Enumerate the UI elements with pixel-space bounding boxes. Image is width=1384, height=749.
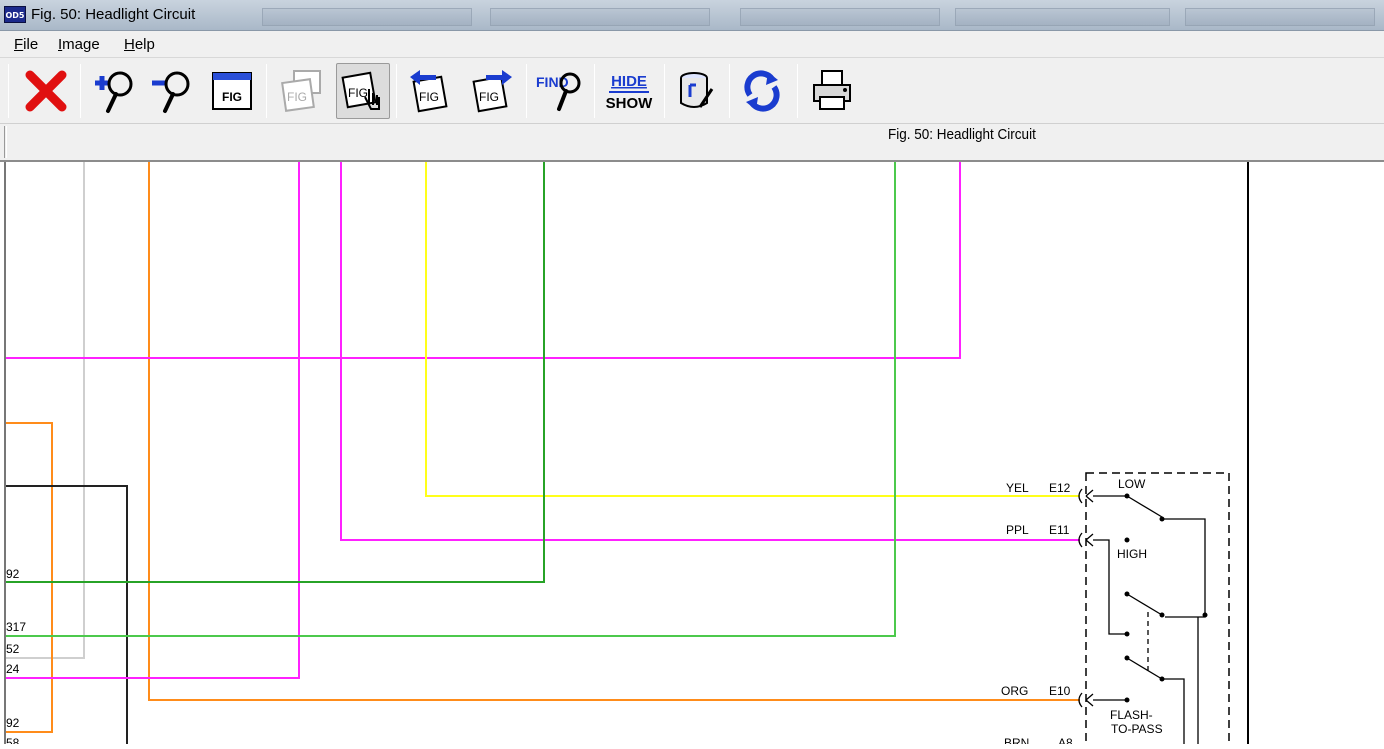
toolbar-separator <box>526 64 527 118</box>
zoom-in-icon <box>95 71 133 113</box>
figure-caption: Fig. 50: Headlight Circuit <box>888 126 1036 143</box>
toolbar-separator <box>729 64 730 118</box>
switch-label-low: LOW <box>1118 477 1146 491</box>
refresh-button[interactable] <box>735 63 789 119</box>
pin-label-e11: E11 <box>1049 523 1070 537</box>
wire-color-label-yel: YEL <box>1006 481 1029 495</box>
orange-wire-org <box>148 162 1080 701</box>
magenta-wire-left <box>6 162 300 679</box>
wiring-diagram: YEL E12 PPL E11 ORG E10 BRN A8 LOW HIGH … <box>4 162 1249 749</box>
toolbar-separator <box>797 64 798 118</box>
fit-window-icon: FIG <box>212 72 252 110</box>
switch-label-flash: FLASH- <box>1110 708 1153 722</box>
refresh-icon <box>744 70 780 112</box>
close-button[interactable] <box>19 63 73 119</box>
zoom-in-button[interactable] <box>88 63 142 119</box>
pin-label-a8: A8 <box>1058 736 1073 744</box>
title-bar: OD5 Fig. 50: Headlight Circuit <box>0 0 1384 31</box>
menu-help[interactable]: Help <box>124 36 155 53</box>
zoom-out-button[interactable] <box>145 63 199 119</box>
toolbar-separator <box>266 64 267 118</box>
zoom-out-icon <box>152 71 190 113</box>
paint-bucket-button[interactable] <box>669 63 723 119</box>
wire-color-label-ppl: PPL <box>1006 523 1029 537</box>
background-taskbar-tab[interactable] <box>1185 8 1375 26</box>
next-figure-button[interactable]: FIG <box>465 63 519 119</box>
toolbar-separator <box>396 64 397 118</box>
find-icon: FIND <box>536 72 581 111</box>
print-button[interactable] <box>805 63 859 119</box>
svg-text:FIG: FIG <box>479 90 499 104</box>
figure-list-button[interactable]: FIG <box>275 63 329 119</box>
next-figure-icon: FIG <box>472 70 512 113</box>
close-x-icon <box>25 70 67 112</box>
gray-wire <box>6 162 85 659</box>
printer-icon <box>813 70 851 110</box>
previous-figure-icon: FIG <box>410 70 448 113</box>
app-icon: OD5 <box>4 6 26 23</box>
menu-file[interactable]: File <box>14 36 38 53</box>
left-edge-label: 58 <box>6 736 20 744</box>
window-title: Fig. 50: Headlight Circuit <box>31 6 196 23</box>
left-edge-label: 92 <box>6 567 20 581</box>
left-edge-label: 52 <box>6 642 20 656</box>
previous-figure-button[interactable]: FIG <box>403 63 457 119</box>
find-button[interactable]: FIND <box>532 63 586 119</box>
magenta-wire-ppl <box>340 162 1080 541</box>
caption-bar-grip <box>4 126 7 158</box>
green-wire-dark <box>6 162 545 583</box>
toolbar-separator <box>594 64 595 118</box>
toolbar-separator <box>664 64 665 118</box>
yellow-wire-yel <box>425 162 1080 497</box>
switch-label-to-pass: TO-PASS <box>1111 722 1163 736</box>
background-taskbar-tab[interactable] <box>490 8 710 26</box>
dimmer-switch-contacts <box>1093 495 1206 744</box>
hide-show-icon: HIDE SHOW <box>606 73 654 112</box>
background-taskbar-tab[interactable] <box>740 8 940 26</box>
paint-bucket-icon <box>680 72 714 108</box>
left-edge-label: 317 <box>6 620 26 634</box>
pin-label-e10: E10 <box>1049 684 1071 698</box>
green-wire-light <box>6 162 896 637</box>
pin-label-e12: E12 <box>1049 481 1071 495</box>
wire-color-label-org: ORG <box>1001 684 1028 698</box>
hand-pointer-fig-icon: FIG <box>341 71 380 110</box>
svg-text:FIG: FIG <box>222 90 242 104</box>
menu-image[interactable]: Image <box>58 36 100 53</box>
switch-contact-dots <box>1124 493 1208 703</box>
toolbar-separator <box>8 64 9 118</box>
svg-text:FIG: FIG <box>287 90 307 104</box>
left-edge-label: 24 <box>6 662 20 676</box>
background-taskbar-tab[interactable] <box>262 8 472 26</box>
background-taskbar-tab[interactable] <box>955 8 1170 26</box>
wire-color-label-brn: BRN <box>1004 736 1029 744</box>
figure-list-icon: FIG <box>281 70 321 112</box>
menu-bar: File Image Help <box>0 31 1384 58</box>
svg-text:HIDE: HIDE <box>611 73 647 90</box>
fit-window-button[interactable]: FIG <box>205 63 259 119</box>
select-figure-button[interactable]: FIG <box>336 63 390 119</box>
black-wire-left <box>6 485 128 744</box>
switch-label-high: HIGH <box>1117 547 1147 561</box>
hide-show-button[interactable]: HIDE SHOW <box>602 63 656 119</box>
left-edge-label: 92 <box>6 716 20 730</box>
toolbar: FIG FIG FIG FIG FIG FIND HIDE SHOW <box>0 58 1384 124</box>
diagram-canvas[interactable]: YEL E12 PPL E11 ORG E10 BRN A8 LOW HIGH … <box>0 162 1384 749</box>
toolbar-separator <box>80 64 81 118</box>
svg-text:SHOW: SHOW <box>606 95 654 112</box>
figure-caption-bar: Fig. 50: Headlight Circuit <box>0 124 1384 162</box>
svg-text:FIG: FIG <box>419 90 439 104</box>
